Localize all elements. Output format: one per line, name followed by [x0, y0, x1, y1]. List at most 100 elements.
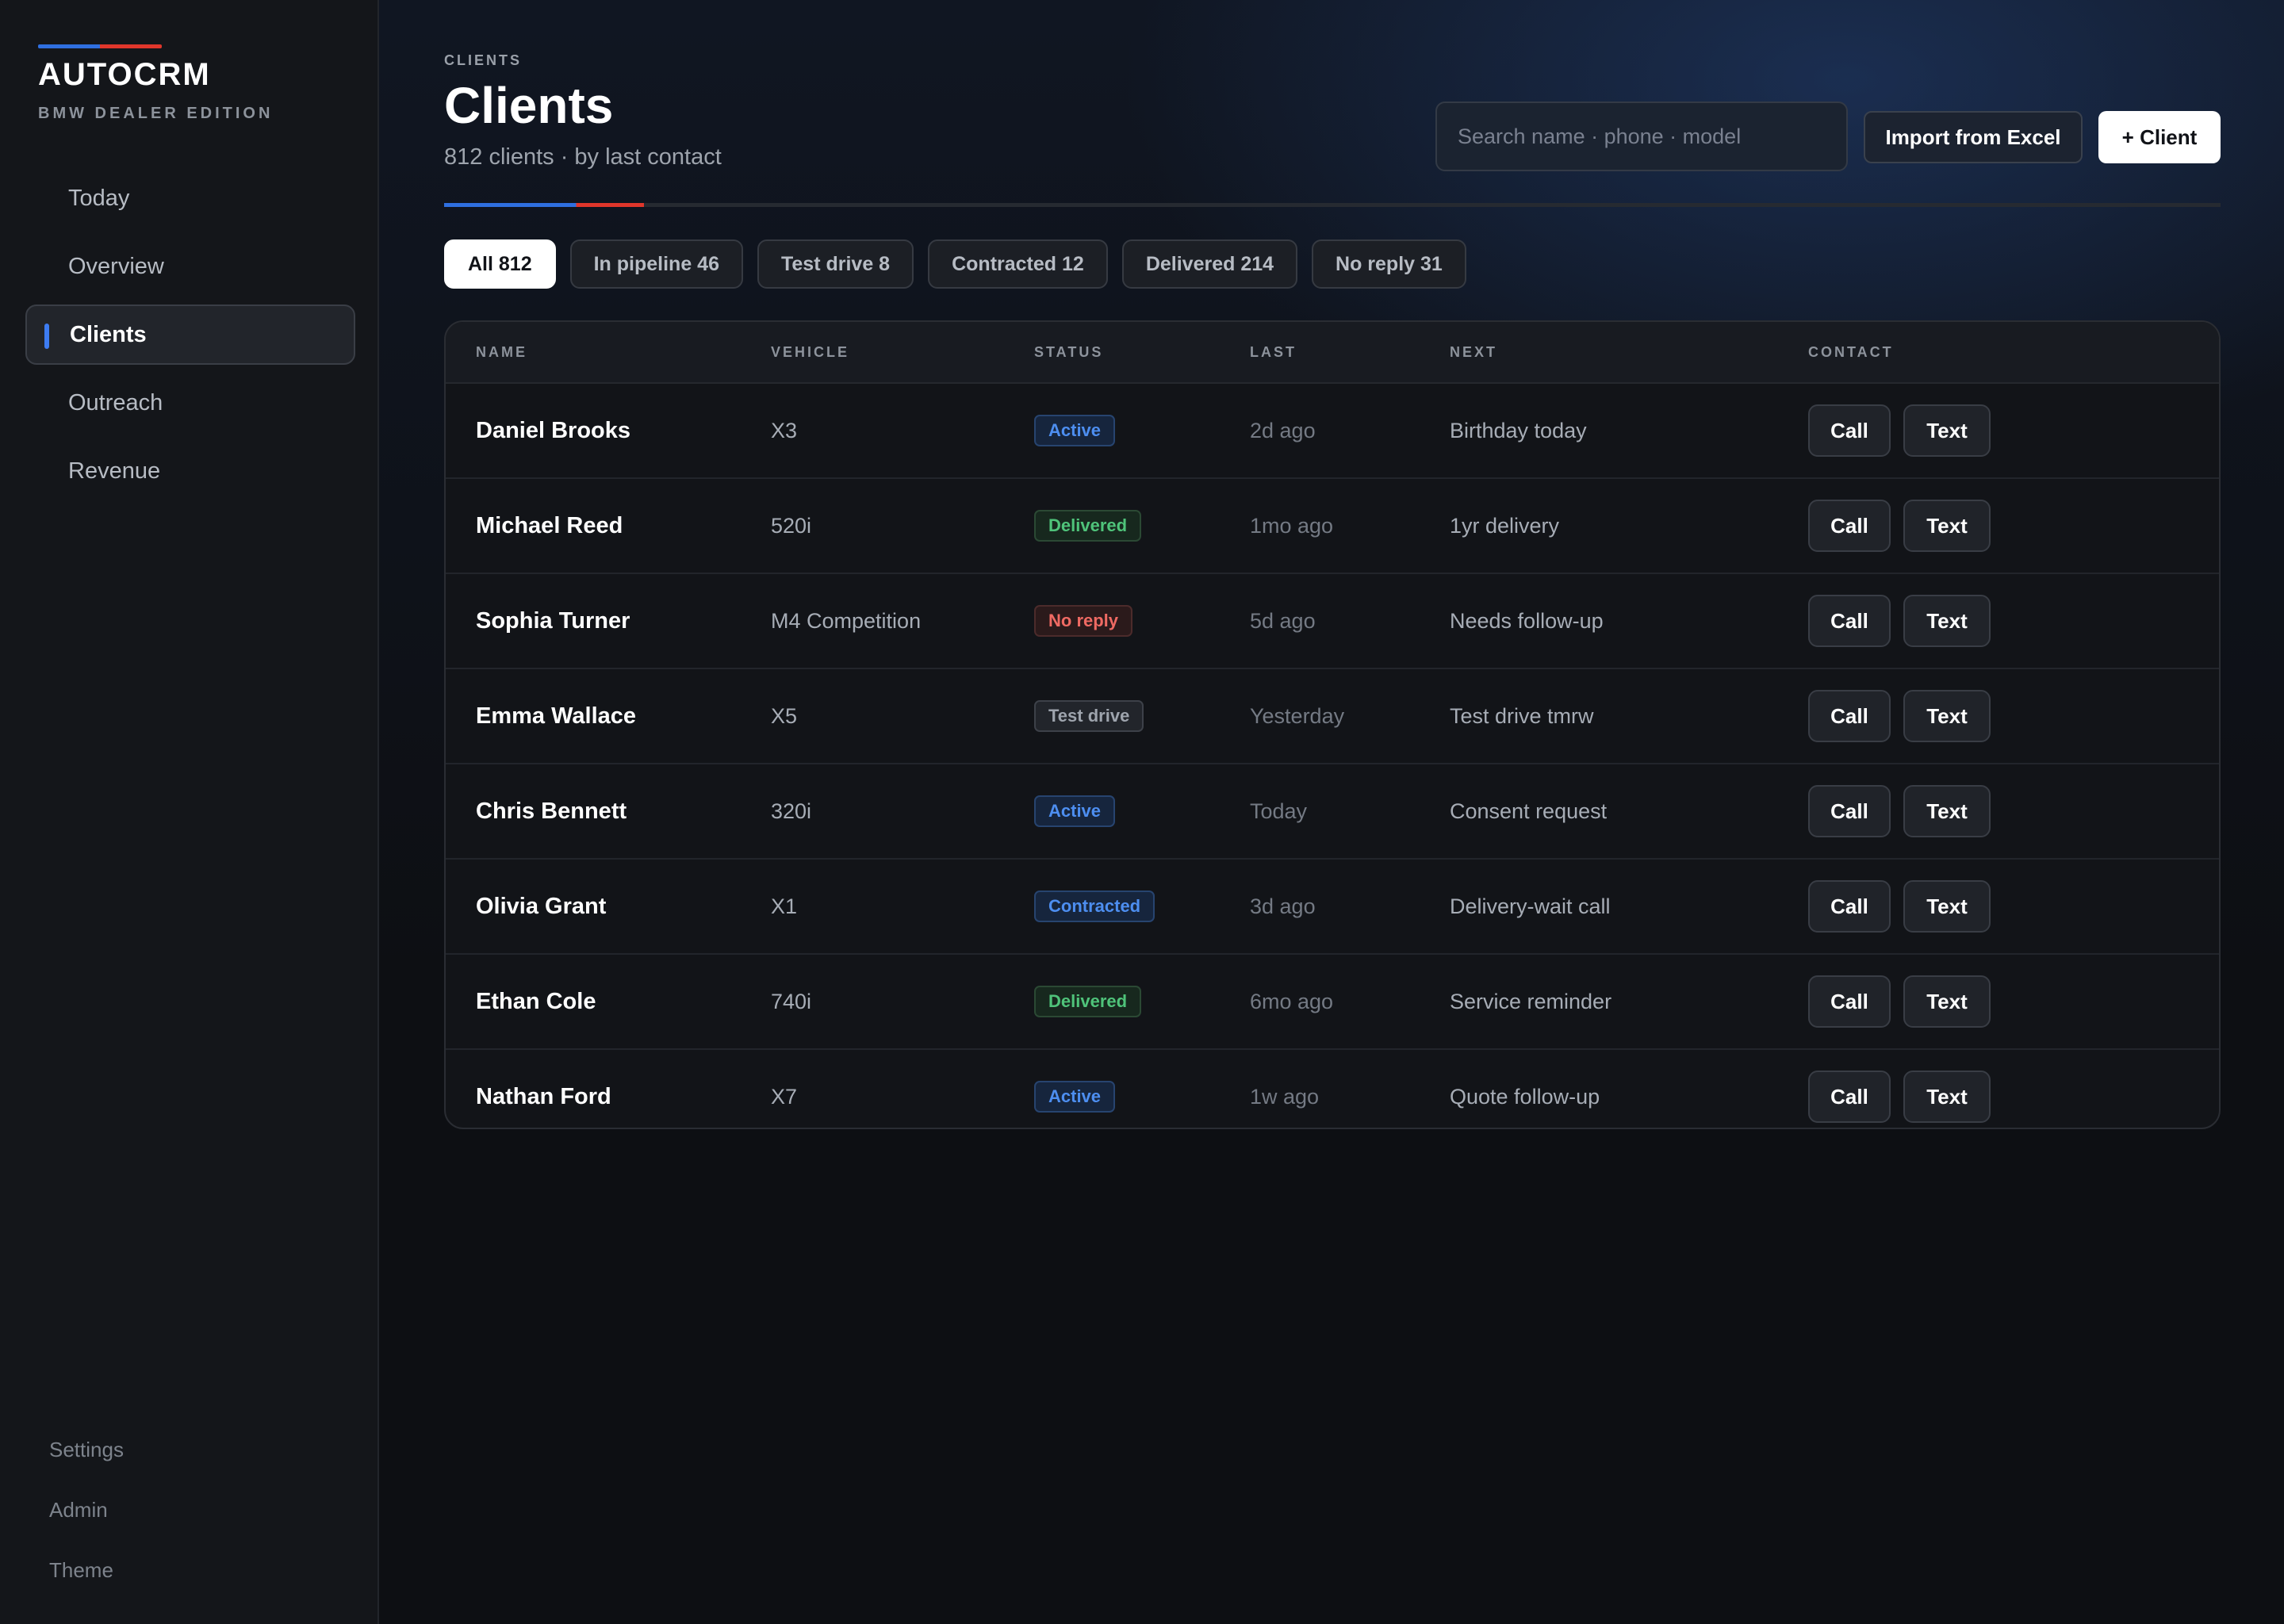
column-header-name[interactable]: NAME: [476, 344, 527, 361]
column-header-vehicle[interactable]: VEHICLE: [771, 344, 849, 361]
table-row[interactable]: Chris Bennett 320i Active Today Consent …: [446, 764, 2219, 860]
call-button[interactable]: Call: [1808, 690, 1891, 742]
filter-chips: All 812 In pipeline 46 Test drive 8 Cont…: [444, 239, 1466, 289]
client-name: Olivia Grant: [476, 893, 607, 919]
call-button[interactable]: Call: [1808, 785, 1891, 837]
contact-actions: Call Text: [1808, 955, 1991, 1048]
contact-actions: Call Text: [1808, 574, 1991, 668]
client-status: Active: [1034, 1050, 1116, 1128]
table-row[interactable]: Daniel Brooks X3 Active 2d ago Birthday …: [446, 384, 2219, 479]
client-name: Daniel Brooks: [476, 417, 630, 443]
table-row[interactable]: Nathan Ford X7 Active 1w ago Quote follo…: [446, 1050, 2219, 1128]
text-button[interactable]: Text: [1903, 785, 1991, 837]
sidebar-nav: Today Overview Clients Outreach Revenue: [25, 168, 355, 509]
call-button[interactable]: Call: [1808, 595, 1891, 647]
sidebar-item-today[interactable]: Today: [25, 168, 355, 228]
page-title: Clients: [444, 77, 614, 134]
client-next-action: Test drive tmrw: [1450, 703, 1594, 728]
call-button[interactable]: Call: [1808, 880, 1891, 933]
filter-all[interactable]: All 812: [444, 239, 556, 289]
client-last-contact: Yesterday: [1250, 703, 1345, 728]
table-row[interactable]: Michael Reed 520i Delivered 1mo ago 1yr …: [446, 479, 2219, 574]
sidebar-bottom-nav: Settings Admin Theme: [24, 1419, 357, 1600]
status-badge: Delivered: [1034, 986, 1142, 1017]
client-name: Nathan Ford: [476, 1083, 611, 1109]
filter-delivered[interactable]: Delivered 214: [1121, 239, 1298, 289]
sidebar-item-label: Revenue: [68, 458, 161, 484]
text-button[interactable]: Text: [1903, 404, 1991, 457]
table-row[interactable]: Ethan Cole 740i Delivered 6mo ago Servic…: [446, 955, 2219, 1050]
column-header-contact: CONTACT: [1808, 344, 1894, 360]
text-button[interactable]: Text: [1903, 500, 1991, 552]
table-body: Daniel Brooks X3 Active 2d ago Birthday …: [446, 384, 2219, 1128]
app-name: AUTOCRM: [38, 57, 211, 92]
table-row[interactable]: Emma Wallace X5 Test drive Yesterday Tes…: [446, 669, 2219, 764]
table-row[interactable]: Sophia Turner M4 Competition No reply 5d…: [446, 574, 2219, 669]
client-next-action: Delivery-wait call: [1450, 894, 1611, 918]
call-button[interactable]: Call: [1808, 404, 1891, 457]
client-status: No reply: [1034, 574, 1133, 668]
filter-no-reply[interactable]: No reply 31: [1312, 239, 1466, 289]
client-vehicle: 740i: [771, 989, 812, 1013]
import-excel-button[interactable]: Import from Excel: [1864, 111, 2083, 163]
sidebar-item-theme[interactable]: Theme: [24, 1540, 357, 1600]
client-last-contact: 6mo ago: [1250, 989, 1334, 1013]
client-last-contact: 2d ago: [1250, 418, 1316, 442]
client-status: Delivered: [1034, 955, 1142, 1048]
add-client-button[interactable]: + Client: [2098, 111, 2221, 163]
text-button[interactable]: Text: [1903, 595, 1991, 647]
column-header-status[interactable]: STATUS: [1034, 344, 1103, 361]
client-vehicle: X1: [771, 894, 798, 918]
filter-in-pipeline[interactable]: In pipeline 46: [569, 239, 743, 289]
call-button[interactable]: Call: [1808, 975, 1891, 1028]
main-content: CLIENTS Clients 812 clients · by last co…: [379, 0, 2284, 1624]
column-header-last[interactable]: LAST: [1250, 344, 1297, 361]
client-name: Sophia Turner: [476, 607, 630, 634]
contact-actions: Call Text: [1808, 479, 1991, 573]
table-row[interactable]: Olivia Grant X1 Contracted 3d ago Delive…: [446, 860, 2219, 955]
sidebar: AUTOCRM BMW DEALER EDITION Today Overvie…: [0, 0, 379, 1624]
client-name: Ethan Cole: [476, 988, 596, 1014]
client-last-contact: Today: [1250, 799, 1308, 823]
sidebar-item-label: Outreach: [68, 389, 163, 416]
client-next-action: Birthday today: [1450, 418, 1587, 442]
active-indicator: [44, 324, 49, 349]
sidebar-item-overview[interactable]: Overview: [25, 236, 355, 297]
column-header-next[interactable]: NEXT: [1450, 344, 1497, 361]
status-badge: Delivered: [1034, 510, 1142, 542]
app-edition: BMW DEALER EDITION: [38, 105, 274, 122]
client-next-action: Needs follow-up: [1450, 608, 1604, 633]
text-button[interactable]: Text: [1903, 880, 1991, 933]
contact-actions: Call Text: [1808, 860, 1991, 953]
client-next-action: Service reminder: [1450, 989, 1612, 1013]
client-status: Contracted: [1034, 860, 1155, 953]
client-status: Test drive: [1034, 669, 1144, 763]
sidebar-item-outreach[interactable]: Outreach: [25, 373, 355, 433]
sidebar-item-clients[interactable]: Clients: [25, 304, 355, 365]
sidebar-item-revenue[interactable]: Revenue: [25, 441, 355, 501]
page-subtitle: 812 clients · by last contact: [444, 144, 722, 170]
client-vehicle: M4 Competition: [771, 608, 922, 633]
client-vehicle: 520i: [771, 513, 812, 538]
client-name: Chris Bennett: [476, 798, 627, 824]
status-badge: No reply: [1034, 605, 1133, 637]
text-button[interactable]: Text: [1903, 1071, 1991, 1123]
client-name: Emma Wallace: [476, 703, 637, 729]
table-header: NAME VEHICLE STATUS LAST NEXT CONTACT: [446, 322, 2219, 384]
search-input[interactable]: [1435, 102, 1848, 171]
sidebar-item-admin[interactable]: Admin: [24, 1480, 357, 1540]
client-status: Delivered: [1034, 479, 1142, 573]
filter-contracted[interactable]: Contracted 12: [928, 239, 1108, 289]
client-next-action: 1yr delivery: [1450, 513, 1560, 538]
call-button[interactable]: Call: [1808, 500, 1891, 552]
text-button[interactable]: Text: [1903, 975, 1991, 1028]
brand-stripe: [38, 44, 162, 48]
call-button[interactable]: Call: [1808, 1071, 1891, 1123]
sidebar-item-label: Today: [68, 185, 130, 211]
text-button[interactable]: Text: [1903, 690, 1991, 742]
filter-test-drive[interactable]: Test drive 8: [757, 239, 914, 289]
client-last-contact: 1mo ago: [1250, 513, 1334, 538]
contact-actions: Call Text: [1808, 384, 1991, 477]
client-vehicle: X3: [771, 418, 798, 442]
sidebar-item-settings[interactable]: Settings: [24, 1419, 357, 1480]
